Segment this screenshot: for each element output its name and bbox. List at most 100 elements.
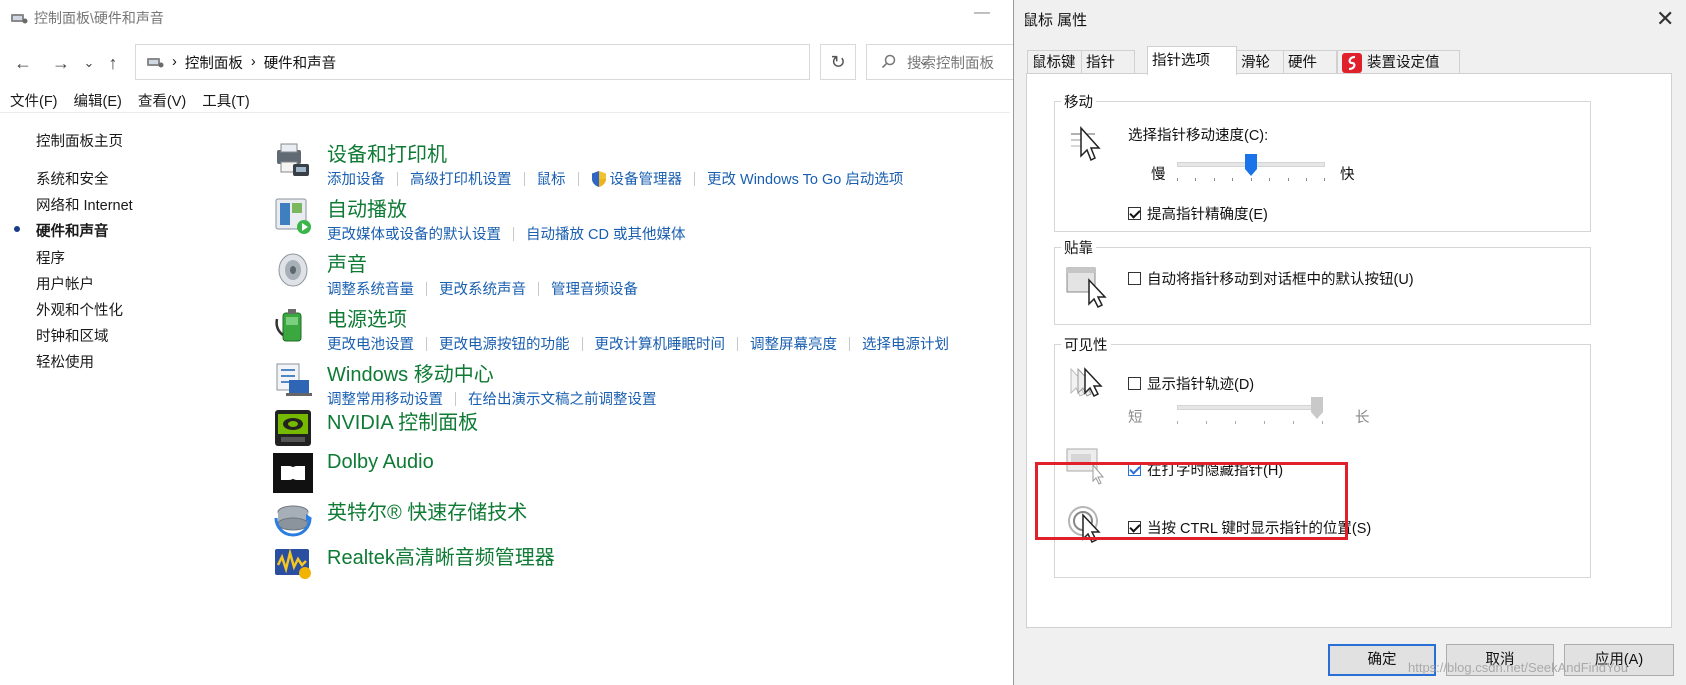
category-title[interactable]: Dolby Audio xyxy=(327,451,434,474)
sidebar-item-network[interactable]: 网络和 Internet xyxy=(36,194,133,215)
refresh-button[interactable]: ↻ xyxy=(820,44,856,80)
category-title[interactable]: NVIDIA 控制面板 xyxy=(327,406,478,435)
sidebar-item-appearance[interactable]: 外观和个性化 xyxy=(36,299,123,320)
category-title[interactable]: 自动播放 xyxy=(327,193,407,222)
link-power-plan[interactable]: 选择电源计划 xyxy=(862,333,949,354)
link-media-defaults[interactable]: 更改媒体或设备的默认设置 xyxy=(327,223,501,244)
pointer-speed-slider[interactable] xyxy=(1177,154,1325,184)
link-presentation-settings[interactable]: 在给出演示文稿之前调整设置 xyxy=(468,388,657,409)
category-links: 更改电池设置 更改电源按钮的功能 更改计算机睡眠时间 调整屏幕亮度 选择电源计划 xyxy=(327,333,949,354)
pointer-trails-checkbox[interactable]: 显示指针轨迹(D) xyxy=(1128,373,1254,394)
realtek-icon xyxy=(275,548,311,579)
fast-label: 快 xyxy=(1340,167,1355,183)
checkbox-label: 自动将指针移动到对话框中的默认按钮(U) xyxy=(1147,272,1414,288)
group-legend: 贴靠 xyxy=(1061,237,1096,258)
long-label: 长 xyxy=(1355,410,1370,426)
divider xyxy=(426,281,427,296)
minimize-button[interactable]: — xyxy=(974,4,990,22)
category-title[interactable]: 英特尔® 快速存储技术 xyxy=(327,496,527,525)
sidebar-item-system-security[interactable]: 系统和安全 xyxy=(36,168,109,189)
back-button[interactable]: ← xyxy=(12,52,34,74)
sidebar-item-clock-region[interactable]: 时钟和区域 xyxy=(36,325,109,346)
up-button[interactable]: ↑ xyxy=(102,52,124,74)
slider-thumb[interactable] xyxy=(1245,154,1257,176)
sidebar-item-programs[interactable]: 程序 xyxy=(36,247,65,268)
slider-thumb[interactable] xyxy=(1311,397,1323,419)
divider xyxy=(577,171,579,186)
divider xyxy=(849,336,850,351)
link-audio-devices[interactable]: 管理音频设备 xyxy=(551,278,638,299)
menu-tools[interactable]: 工具(T) xyxy=(202,90,250,111)
mobility-center-icon xyxy=(276,363,312,396)
sidebar-item-home[interactable]: 控制面板主页 xyxy=(36,130,123,151)
pointer-speed-icon xyxy=(1071,126,1101,162)
sidebar-item-hardware-sound[interactable]: 硬件和声音 xyxy=(36,220,109,241)
tab-pointer-options[interactable]: 指针选项 xyxy=(1147,46,1237,75)
pointer-trails-icon xyxy=(1070,367,1103,398)
divider xyxy=(513,226,514,241)
tab-panel-pointer-options: 移动 选择指针移动速度(C): 慢 快 提高指针精确度(E) 贴靠 自动将指针移… xyxy=(1026,73,1672,628)
link-power-buttons[interactable]: 更改电源按钮的功能 xyxy=(439,333,570,354)
short-label: 短 xyxy=(1128,410,1143,426)
slow-label: 慢 xyxy=(1151,167,1166,183)
category-title[interactable]: 声音 xyxy=(327,248,367,277)
search-icon xyxy=(881,54,896,69)
link-brightness[interactable]: 调整屏幕亮度 xyxy=(750,333,837,354)
breadcrumb: › 控制面板 › 硬件和声音 xyxy=(146,52,336,73)
divider xyxy=(523,171,525,186)
category-title[interactable]: 设备和打印机 xyxy=(327,138,447,167)
control-panel-window: 控制面板\硬件和声音 — ← → ⌄ ↑ › 控制面板 › 硬件和声音 ⌄ ↻ xyxy=(0,0,1016,685)
tab-pointers[interactable]: 指针 xyxy=(1081,50,1135,74)
link-system-sounds[interactable]: 更改系统声音 xyxy=(439,278,526,299)
checkbox-box xyxy=(1128,272,1141,285)
snap-to-default-checkbox[interactable]: 自动将指针移动到对话框中的默认按钮(U) xyxy=(1128,268,1414,289)
checkbox-box xyxy=(1128,521,1141,534)
control-panel-icon xyxy=(147,58,164,68)
link-advanced-printer[interactable]: 高级打印机设置 xyxy=(410,168,512,189)
tab-hardware[interactable]: 硬件 xyxy=(1283,50,1337,74)
link-battery-settings[interactable]: 更改电池设置 xyxy=(327,333,414,354)
link-windows-to-go[interactable]: 更改 Windows To Go 启动选项 xyxy=(707,168,903,189)
battery-icon xyxy=(275,309,302,342)
close-button[interactable]: ✕ xyxy=(1656,6,1674,32)
hide-pointer-icon xyxy=(1066,448,1105,485)
printer-icon xyxy=(277,143,309,176)
menu-file[interactable]: 文件(F) xyxy=(10,90,58,111)
category-title[interactable]: Windows 移动中心 xyxy=(327,358,494,387)
tab-label: 装置设定值 xyxy=(1367,54,1440,71)
navigation-bar: ← → ⌄ ↑ › 控制面板 › 硬件和声音 ⌄ ↻ 搜索控制面板 xyxy=(0,44,1016,82)
link-system-volume[interactable]: 调整系统音量 xyxy=(327,278,414,299)
dolby-icon xyxy=(273,453,313,493)
breadcrumb-item[interactable]: 控制面板 xyxy=(185,52,243,73)
link-add-device[interactable]: 添加设备 xyxy=(327,168,385,189)
show-location-ctrl-checkbox[interactable]: 当按 CTRL 键时显示指针的位置(S) xyxy=(1128,517,1371,538)
tab-buttons[interactable]: 鼠标键 xyxy=(1027,50,1084,74)
hide-while-typing-checkbox[interactable]: 在打字时隐藏指针(H) xyxy=(1128,459,1283,480)
menu-view[interactable]: 查看(V) xyxy=(138,90,186,111)
link-sleep-time[interactable]: 更改计算机睡眠时间 xyxy=(595,333,726,354)
trail-length-slider[interactable] xyxy=(1177,397,1323,427)
menu-edit[interactable]: 编辑(E) xyxy=(74,90,122,111)
category-title[interactable]: Realtek高清晰音频管理器 xyxy=(327,541,555,570)
link-autoplay-cd[interactable]: 自动播放 CD 或其他媒体 xyxy=(526,223,686,244)
sidebar-item-user-accounts[interactable]: 用户帐户 xyxy=(36,273,94,294)
address-bar[interactable]: › 控制面板 › 硬件和声音 ⌄ xyxy=(135,44,929,80)
window-title-bar: 控制面板\硬件和声音 xyxy=(10,6,164,30)
motion-group: 移动 选择指针移动速度(C): 慢 快 提高指针精确度(E) xyxy=(1054,91,1591,232)
divider xyxy=(581,336,583,351)
checkbox-label: 显示指针轨迹(D) xyxy=(1147,377,1255,393)
forward-button[interactable]: → xyxy=(50,52,72,74)
sidebar-item-ease-of-access[interactable]: 轻松使用 xyxy=(36,351,94,372)
speaker-icon xyxy=(278,253,308,287)
search-input[interactable]: 搜索控制面板 xyxy=(866,44,1016,80)
category-title[interactable]: 电源选项 xyxy=(327,303,407,332)
recent-locations-button[interactable]: ⌄ xyxy=(78,52,100,74)
link-mouse[interactable]: 鼠标 xyxy=(537,168,566,189)
tab-wheel[interactable]: 滑轮 xyxy=(1236,50,1284,74)
enhance-precision-checkbox[interactable]: 提高指针精确度(E) xyxy=(1128,203,1268,224)
link-device-manager[interactable]: 设备管理器 xyxy=(610,168,683,189)
tab-device-settings[interactable]: 装置设定值 xyxy=(1337,50,1460,74)
breadcrumb-item[interactable]: 硬件和声音 xyxy=(264,52,337,73)
autoplay-icon xyxy=(275,198,311,234)
synaptics-icon xyxy=(1342,52,1362,73)
